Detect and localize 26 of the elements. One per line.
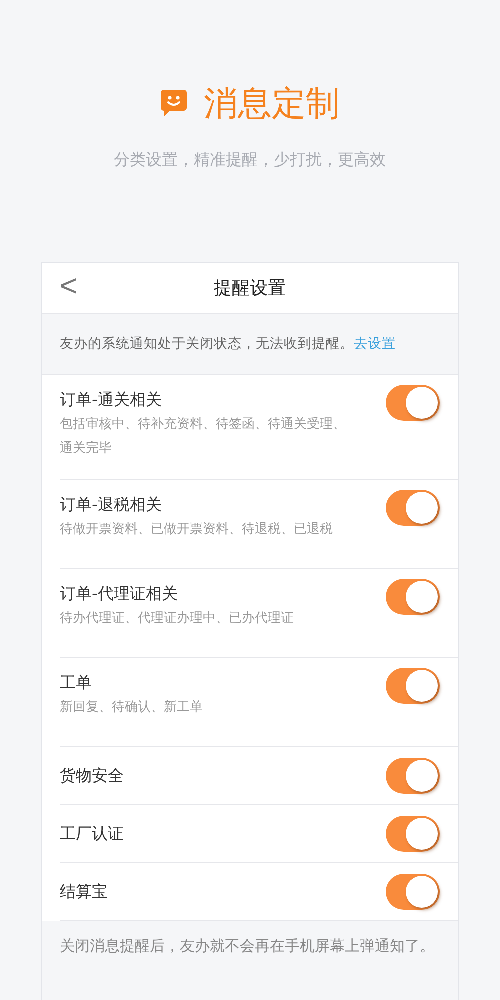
setting-description: 待办代理证、代理证办理中、已办代理证 <box>60 610 294 628</box>
setting-title: 订单-退税相关 <box>60 494 163 516</box>
toggle-switch[interactable] <box>386 385 440 421</box>
nav-title: 提醒设置 <box>214 277 286 300</box>
setting-title: 结算宝 <box>60 880 108 902</box>
settings-link[interactable]: 去设置 <box>354 335 396 353</box>
footer-note: 关闭消息提醒后，友办就不会再在手机屏幕上弹通知了。 <box>60 937 435 955</box>
back-button[interactable]: < <box>60 271 78 303</box>
chat-smile-icon <box>160 89 188 119</box>
setting-title: 工厂认证 <box>60 822 124 844</box>
toggle-switch[interactable] <box>386 758 440 794</box>
setting-title: 货物安全 <box>60 764 124 786</box>
setting-title: 订单-通关相关 <box>60 389 163 411</box>
toggle-switch[interactable] <box>386 668 440 704</box>
setting-description: 待做开票资料、已做开票资料、待退税、已退税 <box>60 521 333 539</box>
hero-title: 消息定制 <box>204 84 340 124</box>
setting-title: 订单-代理证相关 <box>60 583 179 605</box>
setting-title: 工单 <box>60 672 93 694</box>
notice-text: 友办的系统通知处于关闭状态，无法收到提醒。 <box>60 335 354 353</box>
hero-subtitle: 分类设置，精准提醒，少打扰，更高效 <box>114 150 386 171</box>
setting-description: 包括审核中、待补充资料、待签函、待通关受理、通关完毕 <box>60 416 347 458</box>
setting-description: 新回复、待确认、新工单 <box>60 699 203 717</box>
toggle-switch[interactable] <box>386 490 440 526</box>
toggle-switch[interactable] <box>386 816 440 852</box>
toggle-switch[interactable] <box>386 874 440 910</box>
toggle-switch[interactable] <box>386 579 440 615</box>
